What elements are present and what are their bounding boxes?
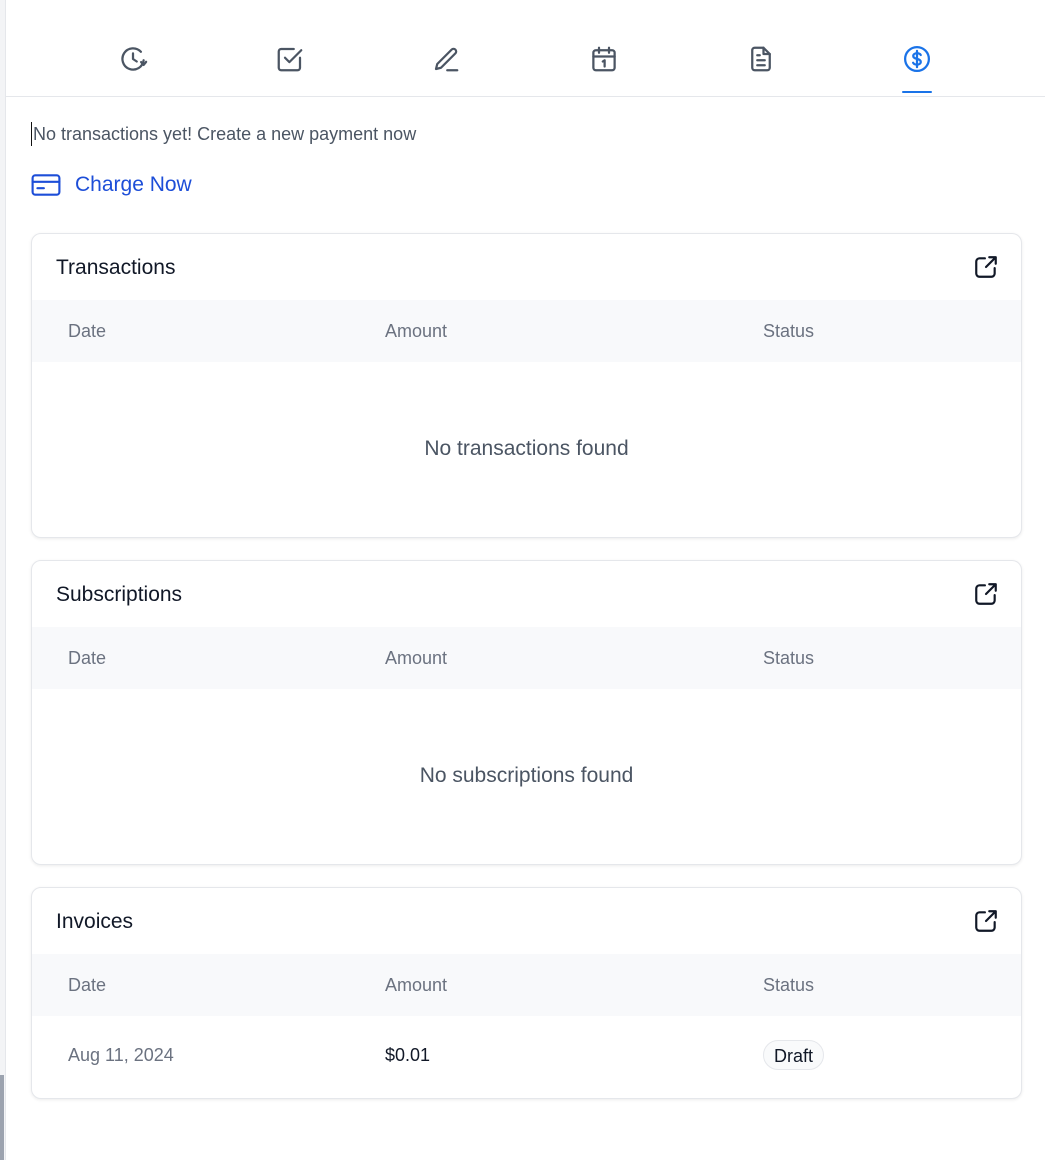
pen-icon (434, 47, 459, 72)
column-header-date: Date (68, 648, 107, 668)
tab-payments[interactable] (899, 44, 935, 93)
no-transactions-note: No transactions yet! Create a new paymen… (31, 122, 417, 146)
column-header-status: Status (763, 975, 815, 995)
table-row[interactable]: Aug 11, 2024 $0.01 Draft (32, 1016, 1021, 1096)
tab-activity[interactable] (115, 44, 151, 84)
clock-refresh-icon (121, 47, 148, 71)
table-header: Date Amount Status (32, 300, 1021, 362)
table-header: Date Amount Status (32, 627, 1021, 689)
external-link-icon[interactable] (973, 908, 999, 934)
active-tab-indicator (902, 91, 932, 93)
transactions-card: Transactions Date Amount Status No trans… (31, 233, 1022, 538)
tab-tasks[interactable] (272, 44, 308, 84)
column-header-status: Status (763, 648, 815, 668)
card-title: Transactions (56, 256, 176, 279)
calendar-icon (592, 46, 616, 72)
tab-appointments[interactable] (586, 44, 622, 84)
empty-state-message: No subscriptions found (419, 764, 634, 787)
status-badge: Draft (763, 1040, 825, 1070)
credit-card-icon (31, 174, 61, 196)
document-icon (751, 46, 771, 72)
tab-notes[interactable] (428, 44, 464, 84)
tab-documents[interactable] (743, 44, 779, 84)
left-scroll-rail (0, 0, 6, 1160)
column-header-date: Date (68, 975, 107, 995)
column-header-amount: Amount (385, 975, 448, 995)
invoice-date: Aug 11, 2024 (68, 1045, 174, 1065)
subscriptions-card: Subscriptions Date Amount Status No subs… (31, 560, 1022, 865)
checkbox-icon (277, 47, 303, 72)
table-header: Date Amount Status (32, 954, 1021, 1016)
column-header-date: Date (68, 321, 107, 341)
empty-state-message: No transactions found (424, 437, 629, 460)
dollar-circle-icon (904, 46, 930, 72)
column-header-status: Status (763, 321, 815, 341)
column-header-amount: Amount (385, 321, 448, 341)
charge-now-button[interactable]: Charge Now (31, 172, 192, 198)
charge-now-label: Charge Now (75, 173, 192, 196)
external-link-icon[interactable] (973, 581, 999, 607)
card-title: Invoices (56, 910, 134, 933)
scrollbar-thumb[interactable] (0, 1075, 4, 1160)
invoice-amount: $0.01 (385, 1045, 431, 1065)
column-header-amount: Amount (385, 648, 448, 668)
tab-bar (6, 0, 1045, 97)
external-link-icon[interactable] (973, 254, 999, 280)
invoices-card: Invoices Date Amount Status Aug 11, 2024… (31, 887, 1022, 1099)
card-title: Subscriptions (56, 583, 183, 606)
